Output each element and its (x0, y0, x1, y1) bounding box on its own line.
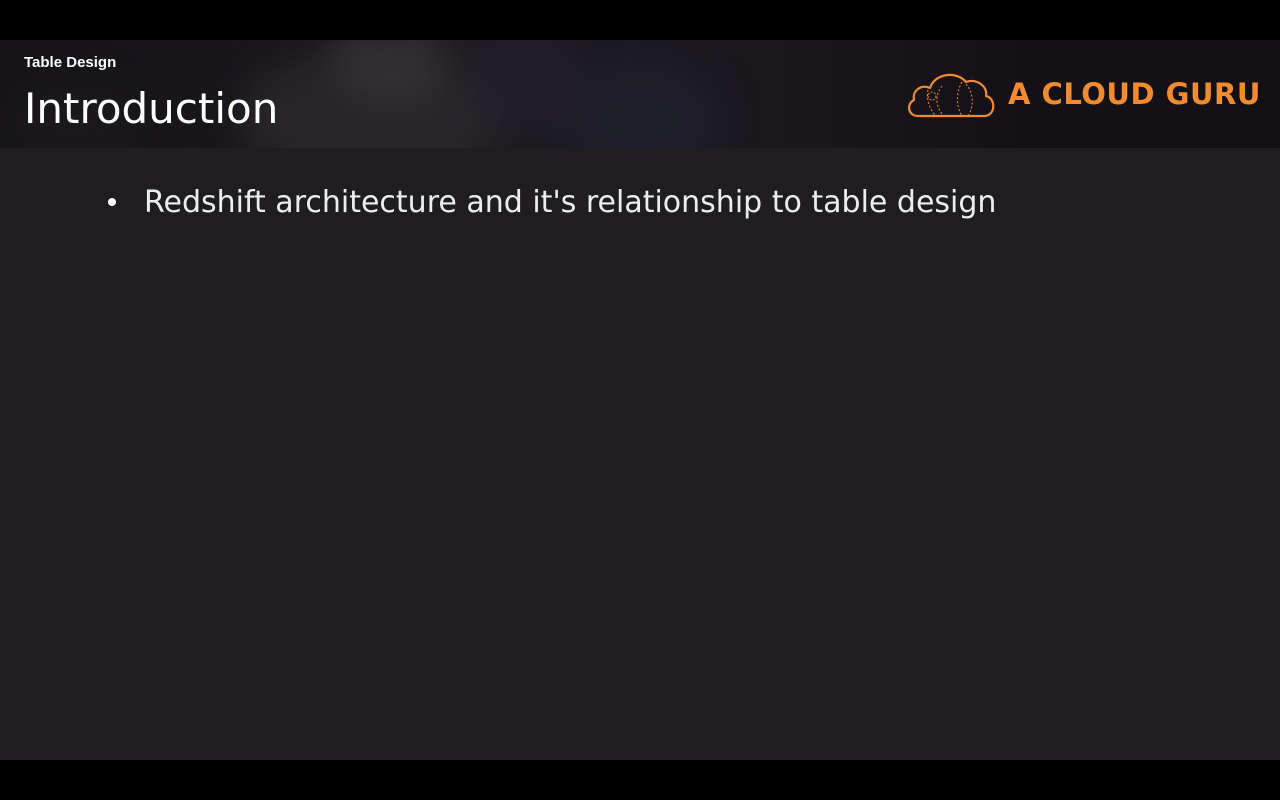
presentation-slide: Table Design Introduction A CLOUD GURU R… (0, 40, 1280, 760)
brand-logo: A CLOUD GURU (904, 66, 1261, 122)
slide-title: Introduction (24, 84, 279, 133)
cloud-icon (908, 73, 995, 118)
list-item: Redshift architecture and it's relations… (108, 180, 996, 224)
letterbox-top (0, 0, 1280, 40)
logo-text: A CLOUD GURU (1008, 77, 1261, 111)
bullet-icon (108, 198, 116, 206)
slide-header: Table Design Introduction A CLOUD GURU (0, 40, 1280, 148)
section-label: Table Design (24, 54, 117, 71)
bullet-list: Redshift architecture and it's relations… (108, 180, 996, 224)
bullet-text: Redshift architecture and it's relations… (144, 184, 997, 220)
letterbox-bottom (0, 760, 1280, 800)
